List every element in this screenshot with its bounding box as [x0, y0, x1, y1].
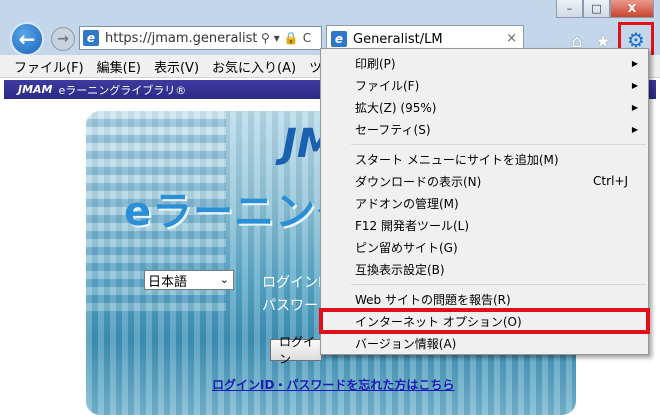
- menu-item-dev-tools[interactable]: F12 開発者ツール(L): [321, 214, 648, 236]
- menu-item-label: ダウンロードの表示(N): [355, 174, 482, 189]
- menu-item-label: ファイル(F): [355, 78, 420, 93]
- menu-favorites[interactable]: お気に入り(A): [212, 57, 296, 76]
- menu-item-label: アドオンの管理(M): [355, 196, 459, 211]
- submenu-arrow-icon: ▶: [631, 58, 638, 68]
- close-window-button[interactable]: X: [610, 0, 654, 18]
- menu-item-pinned-sites[interactable]: ピン留めサイト(G): [321, 236, 648, 258]
- header-brand: JMAM: [18, 83, 53, 96]
- menu-item-safety[interactable]: セーフティ(S) ▶: [321, 118, 648, 140]
- menu-item-zoom[interactable]: 拡大(Z) (95%) ▶: [321, 96, 648, 118]
- header-subtitle: eラーニングライブラリ®: [58, 83, 187, 97]
- forgot-credentials-link[interactable]: ログインID・パスワードを忘れた方はこちら: [212, 376, 454, 393]
- menu-file[interactable]: ファイル(F): [14, 57, 84, 76]
- menu-item-compat-view[interactable]: 互換表示設定(B): [321, 258, 648, 280]
- submenu-arrow-icon: ▶: [631, 80, 638, 90]
- submenu-arrow-icon: ▶: [631, 102, 638, 112]
- window-controls: – □ X: [556, 0, 654, 18]
- dropdown-arrow-icon[interactable]: ▾: [274, 31, 280, 45]
- search-icon[interactable]: ⚲: [261, 31, 270, 45]
- tools-dropdown-menu: 印刷(P) ▶ ファイル(F) ▶ 拡大(Z) (95%) ▶ セーフティ(S)…: [319, 48, 650, 355]
- menu-item-label: ピン留めサイト(G): [355, 240, 458, 255]
- menu-item-label: F12 開発者ツール(L): [355, 218, 470, 233]
- browser-chrome: – □ X ← → e https://jmam.generalist ⚲ ▾ …: [0, 0, 660, 58]
- menu-separator: [351, 144, 646, 145]
- menu-item-file[interactable]: ファイル(F) ▶: [321, 74, 648, 96]
- lock-icon[interactable]: 🔒: [284, 31, 299, 45]
- language-select[interactable]: 日本語 ⌄: [144, 270, 234, 290]
- address-text[interactable]: https://jmam.generalist: [105, 31, 257, 46]
- menu-item-label: 互換表示設定(B): [355, 262, 445, 277]
- menu-view[interactable]: 表示(V): [154, 57, 199, 76]
- back-button[interactable]: ←: [10, 22, 44, 56]
- address-bar[interactable]: e https://jmam.generalist ⚲ ▾ 🔒 C: [79, 26, 322, 50]
- language-value: 日本語: [148, 274, 188, 290]
- submenu-arrow-icon: ▶: [631, 124, 638, 134]
- refresh-icon[interactable]: C: [303, 31, 311, 45]
- forward-arrow-icon: →: [57, 31, 69, 47]
- menu-item-shortcut: Ctrl+J: [593, 174, 628, 188]
- menu-item-label: 拡大(Z) (95%): [355, 100, 437, 115]
- menu-item-label: インターネット オプション(O): [355, 314, 522, 329]
- menu-item-label: スタート メニューにサイトを追加(M): [355, 152, 559, 167]
- menu-item-label: バージョン情報(A): [355, 336, 457, 351]
- tab-close-icon[interactable]: ×: [506, 31, 517, 46]
- ie-page-icon: e: [83, 30, 99, 46]
- menu-item-report-problem[interactable]: Web サイトの問題を報告(R): [321, 288, 648, 310]
- chevron-down-icon: ⌄: [219, 273, 229, 286]
- menu-item-about[interactable]: バージョン情報(A): [321, 332, 648, 354]
- minimize-button[interactable]: –: [556, 0, 583, 18]
- menu-item-view-downloads[interactable]: ダウンロードの表示(N) Ctrl+J: [321, 170, 648, 192]
- back-arrow-icon: ←: [18, 27, 36, 51]
- login-button[interactable]: ログイン: [270, 335, 322, 366]
- forward-button[interactable]: →: [51, 27, 75, 51]
- ie-tab-icon: e: [331, 31, 347, 47]
- menu-edit[interactable]: 編集(E): [97, 57, 141, 76]
- maximize-button[interactable]: □: [583, 0, 610, 18]
- menu-item-label: Web サイトの問題を報告(R): [355, 292, 511, 307]
- menu-item-label: 印刷(P): [355, 56, 396, 71]
- tab-title: Generalist/LM: [353, 31, 443, 47]
- menu-item-internet-options[interactable]: インターネット オプション(O): [319, 308, 650, 334]
- menu-item-manage-addons[interactable]: アドオンの管理(M): [321, 192, 648, 214]
- menu-item-print[interactable]: 印刷(P) ▶: [321, 52, 648, 74]
- menu-item-label: セーフティ(S): [355, 122, 431, 137]
- menu-item-add-to-start[interactable]: スタート メニューにサイトを追加(M): [321, 148, 648, 170]
- menu-separator: [351, 284, 646, 285]
